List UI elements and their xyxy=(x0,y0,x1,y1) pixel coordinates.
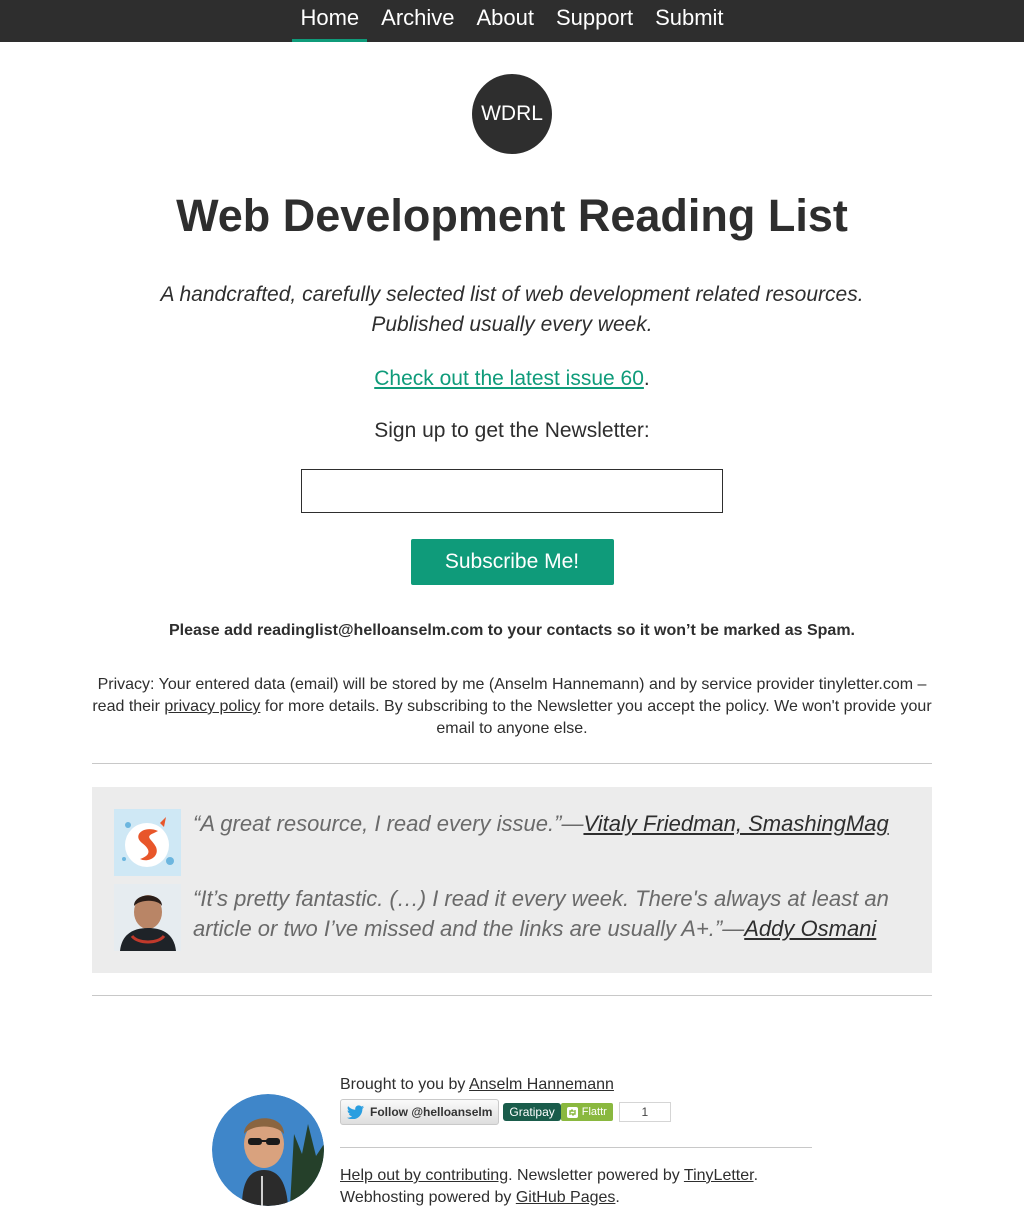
testimonial-author-link[interactable]: Vitaly Friedman, SmashingMag xyxy=(583,811,888,836)
privacy-text-post: for more details. By subscribing to the … xyxy=(260,698,932,737)
addy-osmani-avatar xyxy=(114,884,181,951)
nav-about[interactable]: About xyxy=(469,0,543,42)
twitter-bird-icon xyxy=(347,1105,364,1119)
tinyletter-link[interactable]: TinyLetter xyxy=(684,1167,754,1184)
testimonial: “A great resource, I read every issue.”—… xyxy=(114,809,912,876)
brought-by-text: Brought to you by xyxy=(340,1076,469,1093)
author-link[interactable]: Anselm Hannemann xyxy=(469,1076,614,1093)
nav-submit[interactable]: Submit xyxy=(647,0,731,42)
flattr-icon xyxy=(566,1106,578,1118)
latest-issue-suffix: . xyxy=(643,367,650,390)
spam-notice: Please add readinglist@helloanselm.com t… xyxy=(168,622,855,639)
hosting-text: Webhosting powered by xyxy=(340,1189,516,1206)
divider xyxy=(92,995,932,996)
credits: Help out by contributing. Newsletter pow… xyxy=(340,1165,812,1209)
testimonials: “A great resource, I read every issue.”—… xyxy=(92,787,932,973)
twitter-follow-button[interactable]: Follow @helloanselm xyxy=(340,1099,500,1125)
nav-archive[interactable]: Archive xyxy=(373,0,462,42)
author-portrait xyxy=(212,1094,324,1206)
divider xyxy=(92,763,932,764)
site-logo: WDRL xyxy=(472,74,552,154)
social-badges: Follow @helloanselm Gratipay Flattr 1 xyxy=(340,1099,812,1125)
hosting-period: . xyxy=(615,1189,620,1206)
flattr-button[interactable]: Flattr xyxy=(560,1103,613,1121)
latest-issue-link[interactable]: Check out the latest issue 60 xyxy=(374,367,644,390)
top-navigation: Home Archive About Support Submit xyxy=(0,0,1024,42)
testimonial-author-link[interactable]: Addy Osmani xyxy=(744,916,876,941)
signup-label: Sign up to get the Newsletter: xyxy=(374,419,650,442)
flattr-label: Flattr xyxy=(581,1106,607,1118)
gratipay-button[interactable]: Gratipay xyxy=(503,1103,561,1121)
footer: Brought to you by Anselm Hannemann Follo… xyxy=(0,1076,1024,1226)
nav-home[interactable]: Home xyxy=(292,0,367,42)
credits-period: . xyxy=(753,1167,759,1184)
twitter-follow-label: Follow @helloanselm xyxy=(370,1105,493,1119)
smashing-magazine-avatar xyxy=(114,809,181,876)
privacy-policy-link[interactable]: privacy policy xyxy=(164,698,260,715)
footer-divider xyxy=(340,1147,812,1148)
testimonial-text: “It’s pretty fantastic. (…) I read it ev… xyxy=(193,884,912,944)
tagline-line-1: A handcrafted, carefully selected list o… xyxy=(160,283,864,306)
privacy-notice: Privacy: Your entered data (email) will … xyxy=(92,674,932,740)
tagline: A handcrafted, carefully selected list o… xyxy=(132,280,892,340)
brought-by: Brought to you by Anselm Hannemann xyxy=(340,1076,812,1094)
email-input[interactable] xyxy=(301,469,723,513)
page-title: Web Development Reading List xyxy=(176,190,848,241)
latest-issue: Check out the latest issue 60. xyxy=(0,364,1024,394)
testimonial-text: “A great resource, I read every issue.”—… xyxy=(193,809,889,839)
contribute-link[interactable]: Help out by contributing xyxy=(340,1167,508,1184)
tagline-line-2: Published usually every week. xyxy=(371,313,653,336)
flattr-count: 1 xyxy=(618,1102,671,1122)
testimonial-quote: “A great resource, I read every issue.”— xyxy=(193,811,584,836)
nav-support[interactable]: Support xyxy=(548,0,641,42)
testimonial: “It’s pretty fantastic. (…) I read it ev… xyxy=(114,884,912,951)
github-pages-link[interactable]: GitHub Pages xyxy=(516,1189,616,1206)
footer-info: Brought to you by Anselm Hannemann Follo… xyxy=(340,1076,812,1209)
credits-text: . Newsletter powered by xyxy=(508,1167,684,1184)
subscribe-button[interactable]: Subscribe Me! xyxy=(410,539,614,585)
